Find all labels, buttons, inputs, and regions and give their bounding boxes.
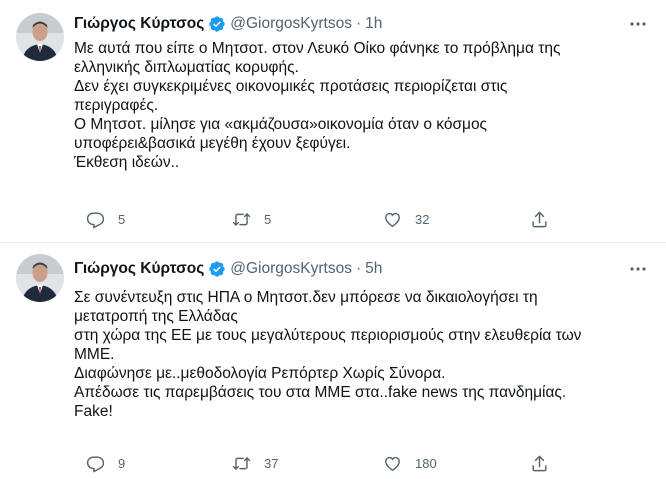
tweet-header: Γιώργος Κύρτσος @GiorgosKyrtsos · 1h [74, 13, 650, 35]
author-handle[interactable]: @GiorgosKyrtsos [230, 260, 352, 278]
tweet-text: Σε συνέντευξη στις ΗΠΑ ο Μητσοτ.δεν μπόρ… [74, 288, 644, 421]
avatar-image [16, 254, 64, 302]
timestamp[interactable]: 5h [365, 260, 382, 278]
tweet-text-line: Σε συνέντευξη στις ΗΠΑ ο Μητσοτ.δεν μπόρ… [74, 289, 538, 306]
tweet-text: Με αυτά που είπε ο Μητσοτ. στον Λευκό Οί… [74, 39, 644, 172]
heart-icon [383, 454, 402, 473]
tweet-text-line: υποφέρει&βασικά μεγέθη έχουν ξεφύγει. [74, 135, 351, 152]
tweet-text-line: ΜΜΕ. [74, 346, 115, 363]
tweet-text-line: ελληνικής διπλωματίας κορυφής. [74, 59, 299, 76]
timeline-feed: Γιώργος Κύρτσος @GiorgosKyrtsos · 1h Με … [0, 0, 666, 479]
share-button[interactable] [530, 453, 549, 473]
reply-count: 5 [118, 211, 126, 227]
tweet-text-line: Διαφώνησε με..μεθοδολογία Ρεπόρτερ Χωρίς… [74, 365, 446, 382]
tweet-actions: 5 5 32 [86, 209, 556, 229]
author-name[interactable]: Γιώργος Κύρτσος [74, 15, 204, 33]
reply-icon [86, 210, 105, 229]
share-icon [530, 210, 549, 229]
tweet-text-line: Απέδωσε τις παρεμβάσεις του στα ΜΜΕ στα.… [74, 384, 567, 401]
verified-badge-icon [208, 260, 226, 278]
heart-icon [383, 210, 402, 229]
tweet-text-line: μετατροπή της Ελλάδας [74, 308, 238, 325]
share-icon [530, 454, 549, 473]
tweet-text-line: Δεν έχει συγκεκριμένες οικονομικές προτά… [74, 78, 508, 95]
separator-dot: · [355, 15, 362, 32]
like-button[interactable]: 32 [383, 209, 429, 229]
tweet-text-line: Fake! [74, 403, 113, 420]
verified-badge-icon [208, 15, 226, 33]
tweet[interactable]: Γιώργος Κύρτσος @GiorgosKyrtsos · 5h Σε … [0, 243, 666, 479]
like-count: 180 [415, 455, 437, 471]
avatar[interactable] [16, 254, 64, 302]
more-icon[interactable] [626, 260, 650, 278]
reply-icon [86, 454, 105, 473]
tweet-actions: 9 37 180 [86, 453, 556, 473]
retweet-button[interactable]: 5 [232, 209, 271, 229]
tweet-text-line: Με αυτά που είπε ο Μητσοτ. στον Λευκό Οί… [74, 40, 561, 57]
retweet-count: 37 [264, 455, 279, 471]
tweet[interactable]: Γιώργος Κύρτσος @GiorgosKyrtsos · 1h Με … [0, 0, 666, 243]
reply-count: 9 [118, 455, 126, 471]
more-icon[interactable] [626, 15, 650, 33]
like-count: 32 [415, 211, 430, 227]
reply-button[interactable]: 9 [86, 453, 125, 473]
tweet-text-line: Έκθεση ιδεών.. [74, 154, 180, 171]
reply-button[interactable]: 5 [86, 209, 125, 229]
avatar-image [16, 13, 64, 61]
share-button[interactable] [530, 209, 549, 229]
retweet-button[interactable]: 37 [232, 453, 278, 473]
timestamp[interactable]: 1h [365, 15, 382, 33]
retweet-icon [232, 210, 251, 229]
like-button[interactable]: 180 [383, 453, 437, 473]
author-handle[interactable]: @GiorgosKyrtsos [230, 15, 352, 33]
avatar[interactable] [16, 13, 64, 61]
separator-dot: · [355, 260, 362, 277]
retweet-icon [232, 454, 251, 473]
tweet-header: Γιώργος Κύρτσος @GiorgosKyrtsos · 5h [74, 258, 650, 280]
tweet-text-line: Ο Μητσοτ. μίλησε για «ακμάζουσα»οικονομί… [74, 116, 488, 133]
author-name[interactable]: Γιώργος Κύρτσος [74, 260, 204, 278]
tweet-text-line: στη χώρα της ΕΕ με τους μεγαλύτερους περ… [74, 327, 582, 344]
retweet-count: 5 [264, 211, 272, 227]
tweet-text-line: περιγραφές. [74, 97, 159, 114]
